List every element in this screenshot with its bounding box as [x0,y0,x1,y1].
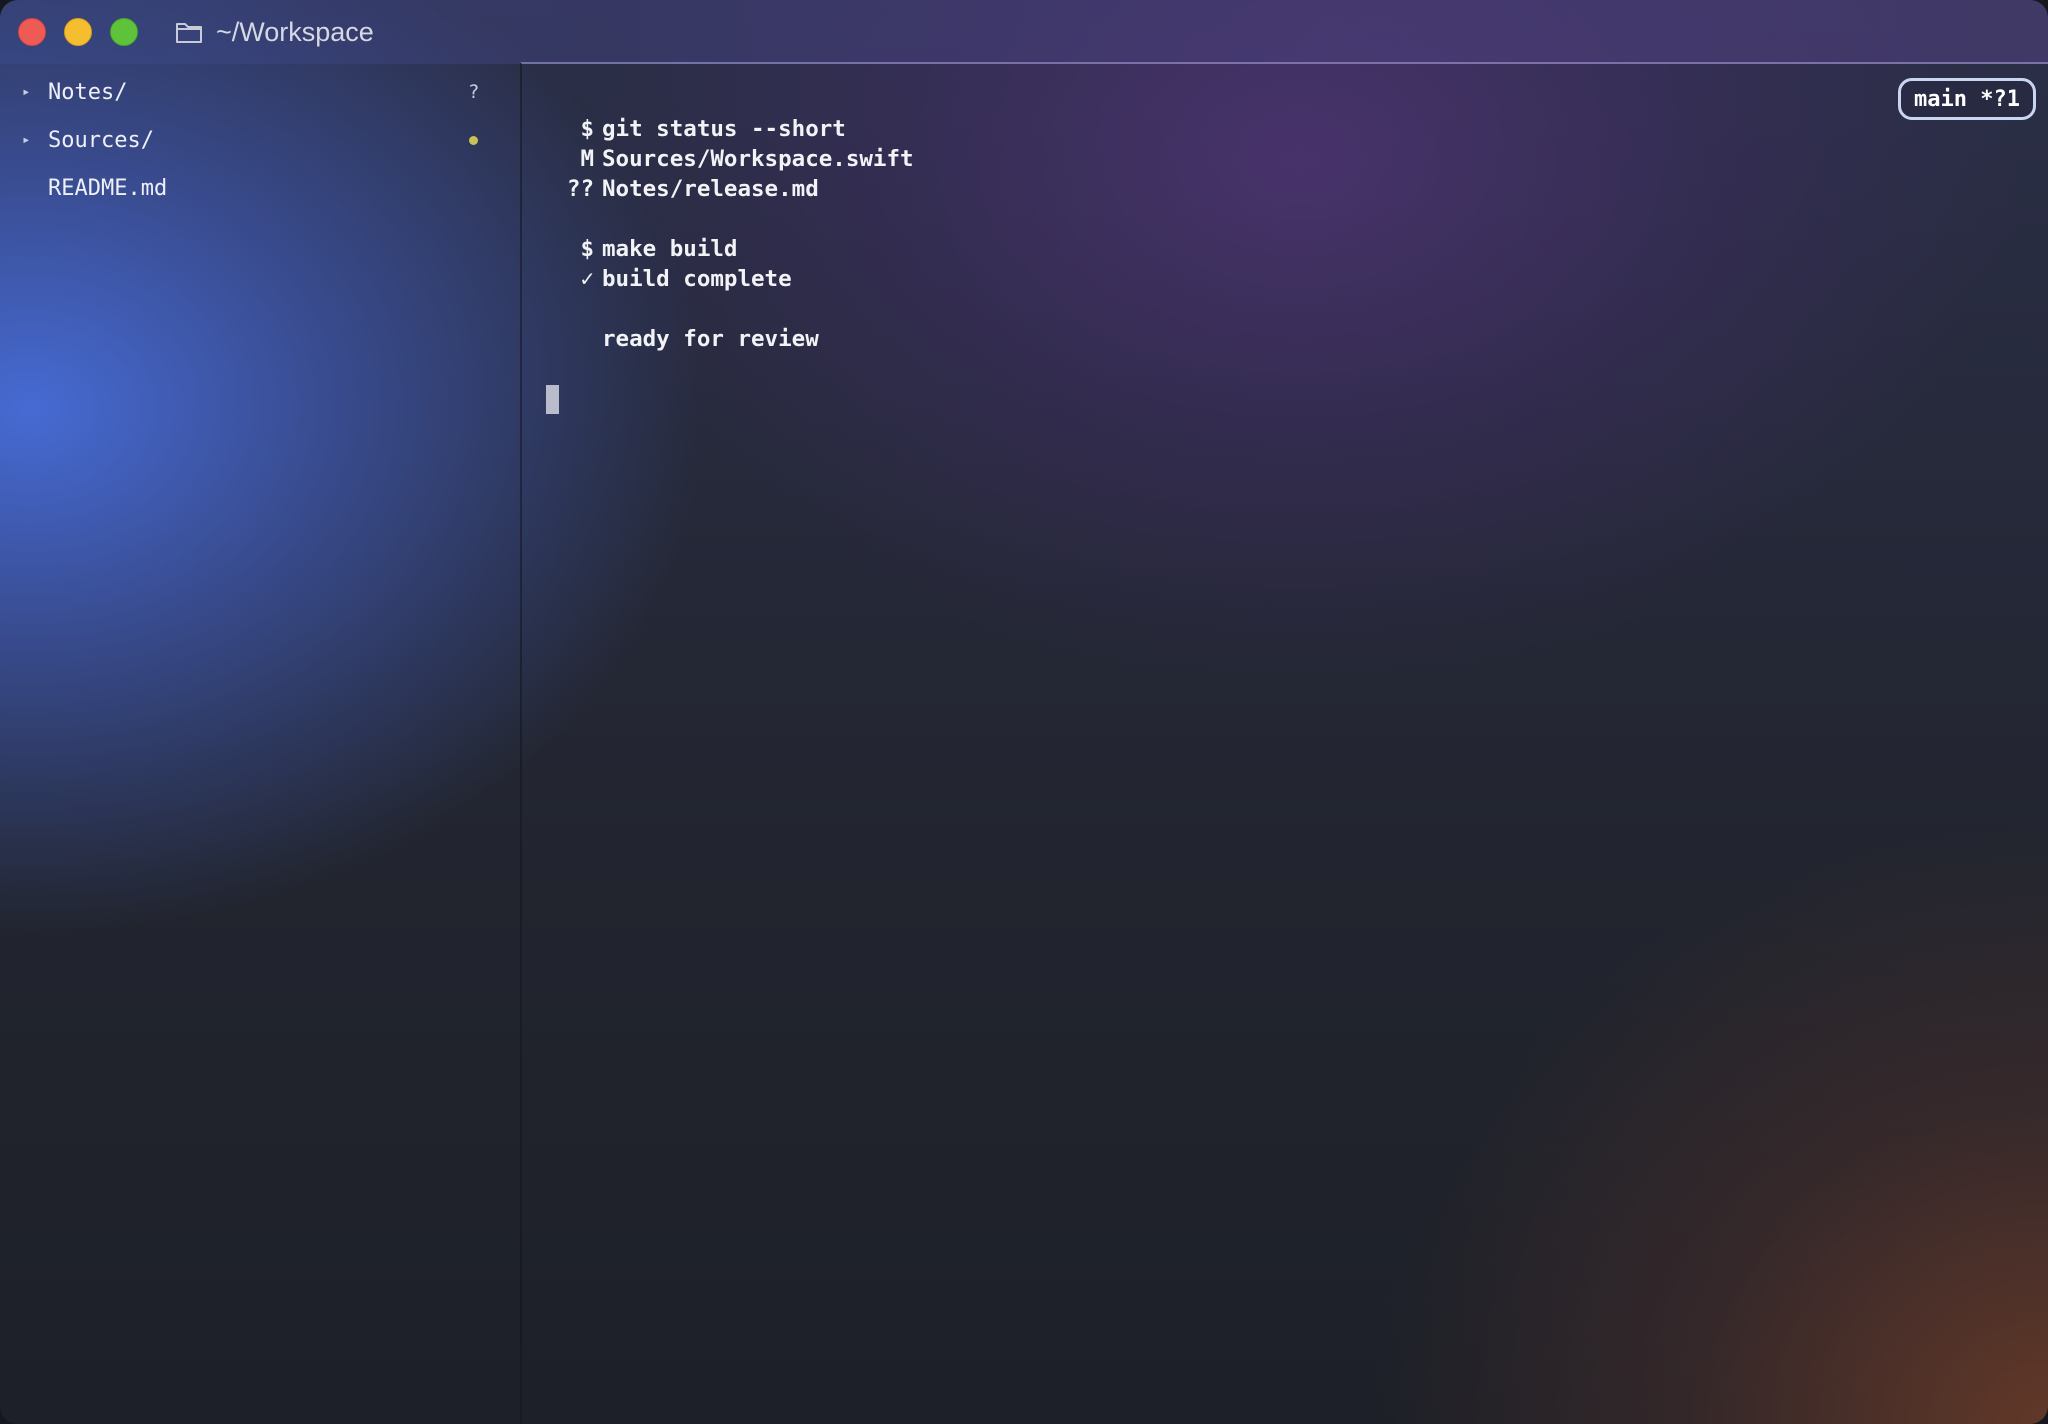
tree-item-sources[interactable]: ▸ Sources/ [0,118,500,162]
tree-item-notes[interactable]: ▸ Notes/ ? [0,70,500,114]
tree-item-label: Sources/ [48,127,154,153]
line-prefix: $ [580,116,594,142]
title-bar[interactable]: ~/Workspace [0,0,2048,64]
line-prefix: M [580,146,594,172]
terminal-line: ?? Notes/release.md [560,174,914,204]
terminal-window: ~/Workspace ▸ Notes/ ? ▸ Sources/ README… [0,0,2048,1424]
line-text: ready for review [602,326,819,352]
window-title-group: ~/Workspace [174,14,374,50]
git-branch-badge[interactable]: main *?1 [1898,78,2036,120]
git-status-modified-dot-icon [469,135,478,145]
close-window-button[interactable] [18,18,46,46]
disclosure-triangle-icon[interactable]: ▸ [22,84,30,100]
disclosure-triangle-icon[interactable]: ▸ [22,132,30,148]
terminal-output: $ git status --short M Sources/Workspace.s… [560,114,914,354]
window-title: ~/Workspace [216,16,374,47]
line-text: Sources/Workspace.swift [602,146,914,172]
line-text: git status --short [602,116,846,142]
terminal-line: ready for review [560,324,914,354]
line-prefix: $ [580,236,594,262]
terminal-pane[interactable]: main *?1 $ git status --short M Sources/Wo… [520,62,2048,1424]
zoom-window-button[interactable] [110,18,138,46]
terminal-line: M Sources/Workspace.swift [560,144,914,174]
line-prefix: ✓ [580,266,594,292]
terminal-line: $ git status --short [560,114,914,144]
line-text: make build [602,236,738,262]
line-text: Notes/release.md [602,176,819,202]
minimize-window-button[interactable] [64,18,92,46]
tree-item-label: Notes/ [48,79,128,105]
terminal-line: ✓ build complete [560,264,914,294]
line-prefix: ?? [566,176,594,202]
line-text: build complete [602,266,792,292]
git-status-untracked-badge: ? [468,81,480,103]
terminal-cursor [546,385,559,414]
tree-item-label: README.md [48,175,168,201]
file-tree-sidebar: ▸ Notes/ ? ▸ Sources/ README.md [0,64,519,1424]
terminal-line: $ make build [560,234,914,264]
tree-item-readme[interactable]: README.md [0,166,500,210]
folder-icon [176,23,202,43]
